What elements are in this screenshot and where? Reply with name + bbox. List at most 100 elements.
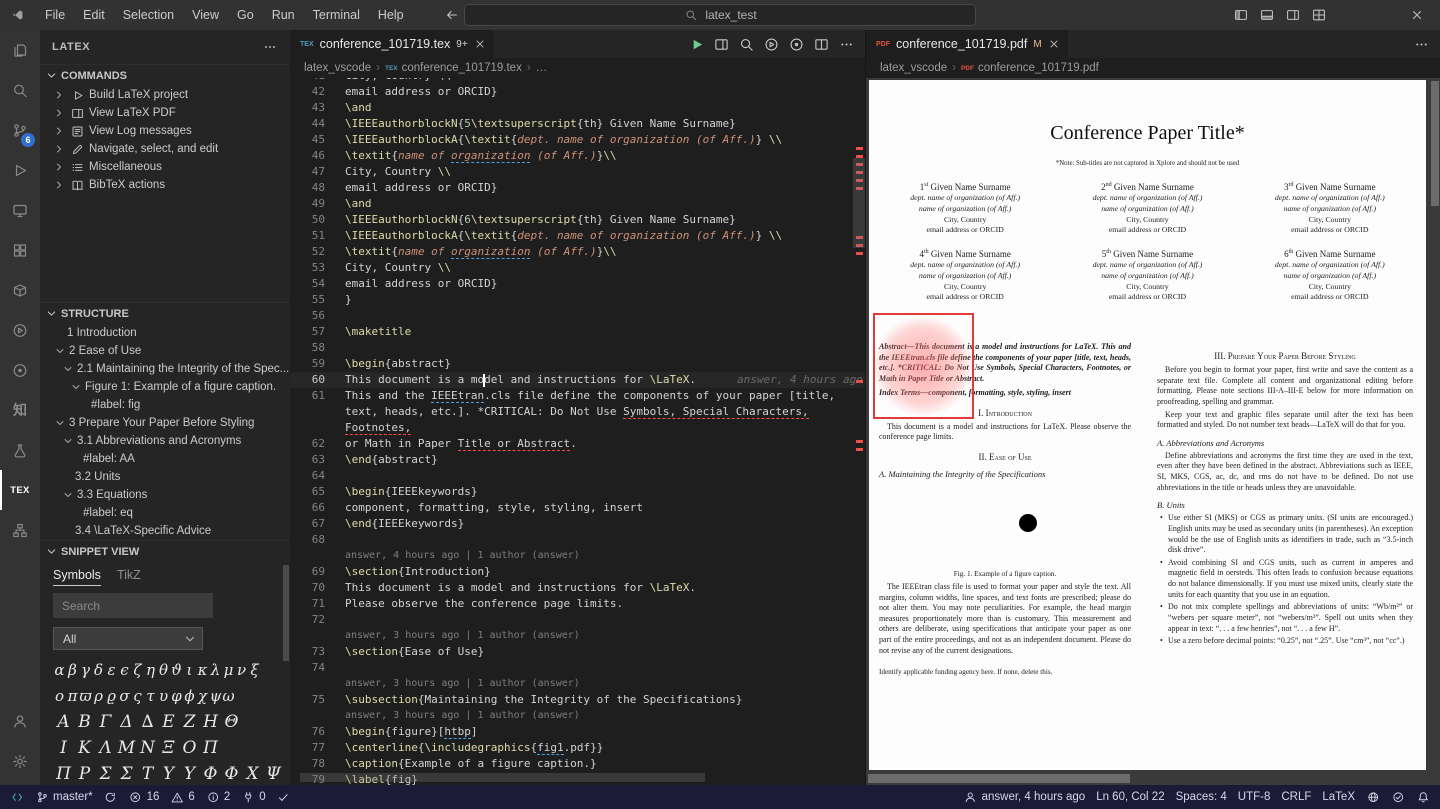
symbol[interactable]: ϵ <box>118 661 131 679</box>
symbol[interactable]: ω <box>222 687 235 705</box>
customize-layout-icon[interactable] <box>1306 0 1332 30</box>
sidebar-scrollbar[interactable] <box>283 565 289 661</box>
command-bibtex-actions[interactable]: BibTeX actions <box>40 176 290 194</box>
status-sync[interactable] <box>104 790 118 804</box>
code-line-44[interactable]: 44 \IEEEauthorblockN{5\textsuperscript{th… <box>290 116 865 132</box>
code-line-68[interactable]: 68 <box>290 532 865 548</box>
activity-live-preview[interactable] <box>0 310 40 350</box>
command-build-latex-project[interactable]: Build LaTeX project <box>40 86 290 104</box>
more-actions-icon[interactable] <box>1410 33 1432 55</box>
activity-testing[interactable] <box>0 430 40 470</box>
symbol[interactable]: Σ <box>95 764 116 784</box>
symbol[interactable]: ϖ <box>79 687 92 705</box>
code-line-61[interactable]: 61 This and the IEEEtran.cls file define … <box>290 388 865 404</box>
code-line-55[interactable]: 55} <box>290 292 865 308</box>
code-line-47[interactable]: 47 City, Country \\ <box>290 164 865 180</box>
menu-edit[interactable]: Edit <box>74 0 114 30</box>
structure-item-1-introduction[interactable]: 1 Introduction <box>40 324 290 342</box>
run-menu-icon[interactable] <box>760 33 782 55</box>
symbol[interactable]: B <box>74 712 95 732</box>
blame-annotation[interactable]: answer, 3 hours ago | 1 author (answer) <box>290 628 865 644</box>
symbol[interactable]: κ <box>196 661 209 679</box>
symbol[interactable]: τ <box>144 687 157 705</box>
symbol[interactable]: ι <box>183 661 196 679</box>
code-line-73[interactable]: 73 \section{Ease of Use} <box>290 644 865 660</box>
menu-file[interactable]: File <box>36 0 74 30</box>
symbol[interactable]: Σ <box>116 764 137 784</box>
breadcrumb-conference-101719-pdf[interactable]: PDF conference_101719.pdf <box>961 62 1099 74</box>
code-line-78[interactable]: 78 \caption{Example of a figure caption.} <box>290 756 865 772</box>
symbol[interactable]: Π <box>53 764 74 784</box>
code-line-58[interactable]: 58 <box>290 340 865 356</box>
code-line-wrap[interactable]: Footnotes, <box>290 420 865 436</box>
code-line-53[interactable]: 53 City, Country \\ <box>290 260 865 276</box>
symbol[interactable]: η <box>144 661 157 679</box>
close-icon[interactable] <box>474 38 486 50</box>
snippet-section-header[interactable]: SNIPPET VIEW <box>40 540 290 562</box>
menu-terminal[interactable]: Terminal <box>304 0 369 30</box>
close-icon[interactable] <box>1048 38 1060 50</box>
status-latex-status[interactable] <box>1391 790 1405 804</box>
symbol[interactable]: E <box>158 712 179 732</box>
code-line-48[interactable]: 48 email address or ORCID} <box>290 180 865 196</box>
menu-selection[interactable]: Selection <box>114 0 183 30</box>
status-problems-warnings[interactable]: 6 <box>170 790 195 804</box>
structure-item-label-aa[interactable]: #label: AA <box>40 450 290 468</box>
symbol[interactable]: A <box>53 712 74 732</box>
symbol[interactable]: Θ <box>221 712 242 732</box>
activity-source-control[interactable]: 6 <box>0 110 40 150</box>
code-line-43[interactable]: 43 \and <box>290 100 865 116</box>
status-remote[interactable] <box>10 790 24 804</box>
symbol[interactable]: Z <box>179 712 200 732</box>
code-line-75[interactable]: 75 \subsection{Maintaining the Integrity … <box>290 692 865 708</box>
code-line-71[interactable]: 71 Please observe the conference page lim… <box>290 596 865 612</box>
status-spell-check[interactable] <box>1366 790 1380 804</box>
symbol[interactable]: π <box>66 687 79 705</box>
symbol[interactable]: σ <box>118 687 131 705</box>
structure-section-header[interactable]: STRUCTURE <box>40 302 290 324</box>
more-actions-icon[interactable] <box>262 39 278 55</box>
activity-cjk-extension[interactable]: 知 <box>0 390 40 430</box>
symbol[interactable]: α <box>53 661 66 679</box>
symbol[interactable]: ξ <box>248 661 261 679</box>
code-line-56[interactable]: 56 <box>290 308 865 324</box>
record-icon[interactable] <box>785 33 807 55</box>
activity-explorer[interactable] <box>0 30 40 70</box>
symbol[interactable]: ο <box>53 687 66 705</box>
command-miscellaneous[interactable]: Miscellaneous <box>40 158 290 176</box>
symbol[interactable]: ζ <box>131 661 144 679</box>
split-editor-icon[interactable] <box>810 33 832 55</box>
symbol[interactable]: ϕ <box>183 687 196 705</box>
activity-search[interactable] <box>0 70 40 110</box>
structure-item-label-eq[interactable]: #label: eq <box>40 504 290 522</box>
activity-accounts[interactable] <box>0 701 40 741</box>
code-line-54[interactable]: 54 email address or ORCID} <box>290 276 865 292</box>
menu-view[interactable]: View <box>183 0 228 30</box>
breadcrumb-conference-101719-tex[interactable]: TEX conference_101719.tex <box>385 62 522 74</box>
code-line-70[interactable]: 70 This document is a model and instructi… <box>290 580 865 596</box>
symbol[interactable]: θ <box>157 661 170 679</box>
code-line-57[interactable]: 57 \maketitle <box>290 324 865 340</box>
command-navigate-select-and-edit[interactable]: Navigate, select, and edit <box>40 140 290 158</box>
symbol[interactable]: N <box>137 738 158 758</box>
structure-item-figure-1-example-of-a-figure-caption[interactable]: Figure 1: Example of a figure caption. <box>40 378 290 396</box>
status-eol[interactable]: CRLF <box>1281 791 1311 803</box>
symbol[interactable]: Υ <box>158 764 179 784</box>
menu-run[interactable]: Run <box>263 0 304 30</box>
code-line-67[interactable]: 67 \end{IEEEkeywords} <box>290 516 865 532</box>
breadcrumb-[interactable]: … <box>536 62 548 74</box>
activity-settings[interactable] <box>0 741 40 781</box>
code-editor[interactable]: 41City, Country \\42email address or ORC… <box>290 78 865 785</box>
status-problems-info[interactable]: 2 <box>206 790 230 804</box>
structure-item-label-fig[interactable]: #label: fig <box>40 396 290 414</box>
symbol[interactable]: Φ <box>221 764 242 784</box>
tab-conference-pdf[interactable]: PDF conference_101719.pdf M <box>866 30 1068 58</box>
symbol[interactable]: χ <box>196 687 209 705</box>
symbol[interactable]: ε <box>105 661 118 679</box>
activity-recorder[interactable] <box>0 350 40 390</box>
symbol[interactable]: μ <box>222 661 235 679</box>
status-ports[interactable]: 0 <box>241 790 266 804</box>
back-arrow-icon[interactable] <box>444 7 460 23</box>
code-line-65[interactable]: 65 \begin{IEEEkeywords} <box>290 484 865 500</box>
symbol[interactable]: λ <box>209 661 222 679</box>
